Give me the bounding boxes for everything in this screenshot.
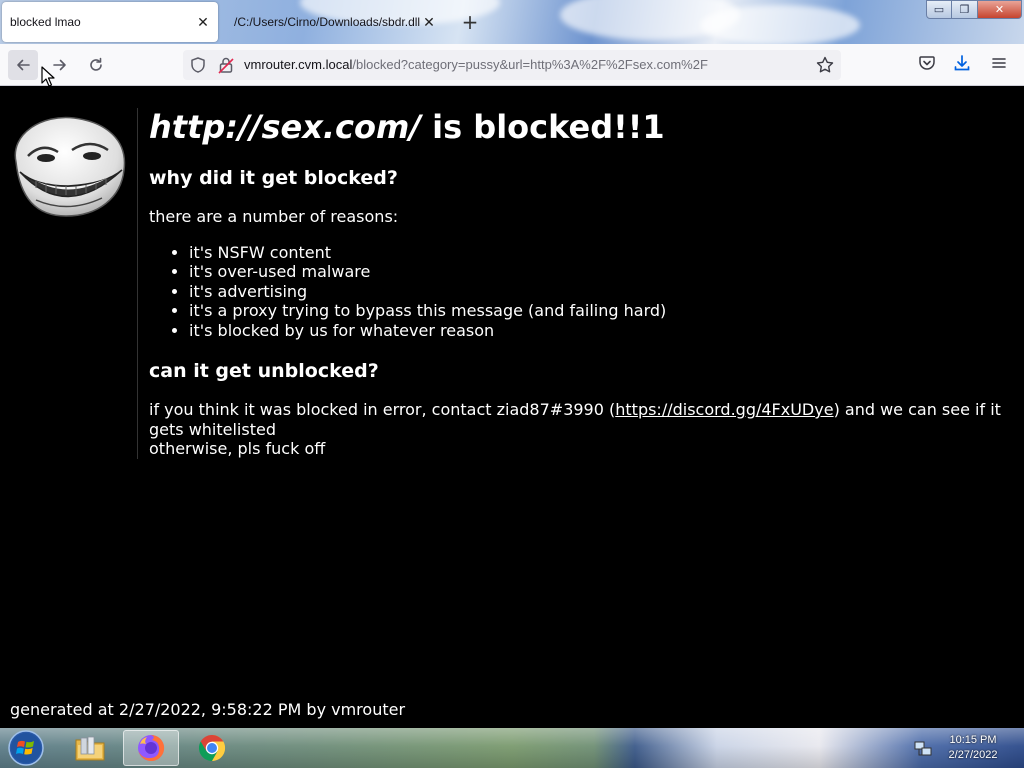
why-heading: why did it get blocked?	[149, 167, 398, 189]
reason-item: it's a proxy trying to bypass this messa…	[189, 301, 1021, 321]
tab-label: /C:/Users/Cirno/Downloads/sbdr.dll	[234, 15, 420, 29]
start-button[interactable]	[4, 728, 48, 768]
discord-link[interactable]: https://discord.gg/4FxUDye	[615, 400, 833, 419]
sky-cloud	[700, 5, 860, 44]
window-controls: ▭ ❐ ✕	[926, 0, 1022, 20]
minimize-button[interactable]: ▭	[926, 0, 952, 19]
address-bar[interactable]: vmrouter.cvm.local/blocked?category=puss…	[183, 50, 841, 80]
reason-item: it's over-used malware	[189, 262, 1021, 282]
tab-dll-file[interactable]: /C:/Users/Cirno/Downloads/sbdr.dll ✕	[226, 2, 444, 42]
reason-item: it's blocked by us for whatever reason	[189, 321, 1021, 341]
url-host: vmrouter.cvm.local	[244, 57, 353, 72]
tab-close-icon[interactable]: ✕	[420, 13, 438, 31]
back-button[interactable]	[8, 50, 38, 80]
taskbar-clock[interactable]: 10:15 PM 2/27/2022	[944, 733, 1002, 763]
headline-status: is blocked!!1	[420, 108, 665, 146]
reason-item: it's advertising	[189, 282, 1021, 302]
reload-icon	[90, 57, 102, 71]
url-text[interactable]: vmrouter.cvm.local/blocked?category=puss…	[244, 57, 708, 72]
page-headline: http://sex.com/ is blocked!!1	[149, 108, 1021, 146]
taskbar-firefox-button[interactable]	[123, 730, 179, 766]
taskbar-explorer-button[interactable]	[62, 730, 118, 766]
reload-button[interactable]	[81, 50, 111, 80]
new-tab-button[interactable]: +	[458, 10, 482, 34]
tab-blocked[interactable]: blocked lmao ✕	[2, 2, 218, 42]
mouse-cursor-icon	[41, 66, 55, 87]
unblock-heading: can it get unblocked?	[149, 360, 379, 382]
chrome-icon	[198, 734, 226, 762]
hamburger-menu-icon[interactable]	[990, 54, 1008, 72]
clock-time: 10:15 PM	[949, 734, 997, 746]
page-content: http://sex.com/ is blocked!!1 why did it…	[0, 86, 1024, 728]
troll-face-image	[14, 116, 126, 217]
windows-start-icon	[8, 730, 44, 766]
reason-item: it's NSFW content	[189, 243, 1021, 263]
contact-text: if you think it was blocked in error, co…	[149, 400, 616, 419]
url-path: /blocked?category=pussy&url=http%3A%2F%2…	[352, 57, 708, 72]
contact-paragraph: if you think it was blocked in error, co…	[149, 400, 1021, 459]
headline-url: http://sex.com/	[149, 108, 421, 146]
generated-footer: generated at 2/27/2022, 9:58:22 PM by vm…	[10, 700, 406, 719]
network-tray-icon[interactable]	[914, 740, 932, 758]
clock-date: 2/27/2022	[948, 749, 998, 761]
pocket-icon[interactable]	[918, 54, 936, 72]
close-window-button[interactable]: ✕	[978, 0, 1022, 19]
browser-chrome: blocked lmao ✕ /C:/Users/Cirno/Downloads…	[0, 0, 1024, 86]
bookmark-star-icon[interactable]	[815, 55, 835, 75]
firefox-icon	[138, 734, 165, 761]
back-arrow-icon	[17, 59, 30, 71]
tab-close-icon[interactable]: ✕	[194, 13, 212, 31]
otherwise-text: otherwise, pls fuck off	[149, 439, 326, 458]
taskbar-chrome-button[interactable]	[184, 730, 240, 766]
tab-label: blocked lmao	[10, 15, 81, 29]
blocked-message: http://sex.com/ is blocked!!1 why did it…	[137, 108, 1021, 459]
download-icon[interactable]	[953, 54, 971, 72]
reasons-list: it's NSFW content it's over-used malware…	[149, 243, 1021, 341]
taskbar: 10:15 PM 2/27/2022	[0, 728, 1024, 768]
shield-icon[interactable]	[189, 56, 207, 74]
file-explorer-icon	[75, 736, 105, 761]
lock-icon[interactable]	[217, 56, 235, 74]
maximize-button[interactable]: ❐	[952, 0, 978, 19]
reasons-intro: there are a number of reasons:	[149, 207, 399, 226]
navigation-toolbar: vmrouter.cvm.local/blocked?category=puss…	[0, 44, 1024, 86]
tab-strip: blocked lmao ✕ /C:/Users/Cirno/Downloads…	[0, 0, 1024, 44]
